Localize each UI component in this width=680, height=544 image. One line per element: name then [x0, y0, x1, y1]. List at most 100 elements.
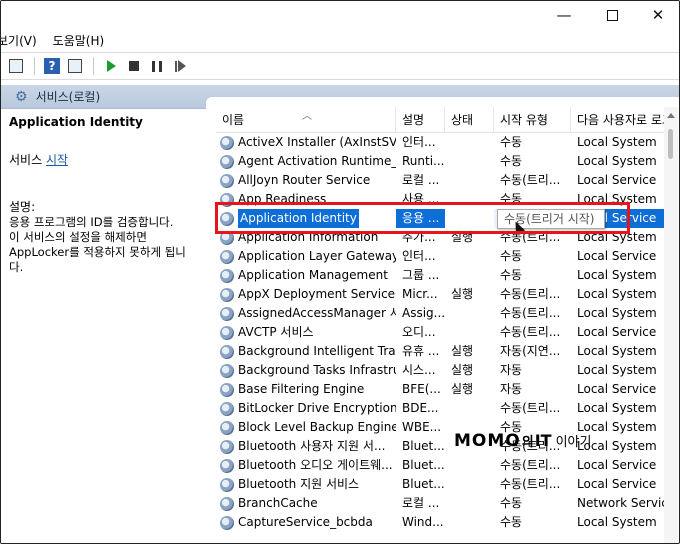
service-description-cell: 인터...: [402, 135, 436, 149]
menu-view[interactable]: 보기(V): [1, 32, 45, 49]
service-rows: ActiveX Installer (AxInstSV) 인터... 수동 Local…: [216, 133, 664, 532]
service-row[interactable]: Application Management 그룹 ... 수동 Local Syst…: [216, 266, 664, 285]
service-name-cell: Application Management: [216, 266, 396, 285]
service-row[interactable]: ActiveX Installer (AxInstSV) 인터... 수동 Local…: [216, 133, 664, 152]
column-description[interactable]: 설명: [396, 107, 445, 133]
service-gear-icon: [220, 363, 234, 378]
start-service-link[interactable]: 시작: [46, 153, 68, 167]
service-logon-cell: Local System: [577, 363, 657, 377]
service-startup-cell: 자동: [500, 382, 523, 396]
service-logon-cell: Local System: [577, 401, 657, 415]
service-name: Block Level Backup Engine ...: [238, 420, 396, 434]
service-name-cell: AppX Deployment Service (...: [216, 285, 396, 304]
service-gear-icon: [220, 173, 234, 188]
service-status-cell: [445, 399, 494, 418]
scrollbar-thumb[interactable]: [668, 129, 673, 159]
service-row[interactable]: Base Filtering Engine BFE(... 실행 자동 Local Se…: [216, 380, 664, 399]
pause-service-button[interactable]: [146, 55, 168, 77]
service-row[interactable]: Bluetooth 오디오 게이트웨... Bluet... 수동(트리... Loc…: [216, 456, 664, 475]
service-status-cell: 실행: [451, 287, 474, 301]
service-description-cell: Assig...: [402, 306, 445, 320]
service-startup-cell: 수동: [500, 268, 523, 282]
service-row[interactable]: CaptureService_bcbda Wind... 수동 Local Syste…: [216, 513, 664, 532]
service-row[interactable]: AVCTP 서비스 오디... 수동(트리... Local Service: [216, 323, 664, 342]
service-prefix: 서비스: [9, 153, 43, 167]
service-name: AppX Deployment Service (...: [238, 287, 396, 301]
service-description-cell: Bluet...: [402, 439, 445, 453]
watermark-part-story: 이야기: [555, 435, 592, 450]
column-name[interactable]: 이름 ︿: [216, 107, 396, 133]
service-status-cell: [445, 171, 494, 190]
column-name-label: 이름: [222, 113, 245, 127]
stop-service-button[interactable]: [123, 55, 145, 77]
service-name-cell: AllJoyn Router Service: [216, 171, 396, 190]
column-status[interactable]: 상태: [445, 107, 494, 133]
column-logon-as[interactable]: 다음 사용자로 로그온: [571, 107, 664, 133]
service-name: Bluetooth 오디오 게이트웨...: [238, 458, 393, 472]
scope-title: 서비스(로컬): [35, 90, 101, 104]
column-startup-type[interactable]: 시작 유형: [494, 107, 571, 133]
service-gear-icon: [220, 268, 234, 283]
service-logon-cell: Local System: [577, 287, 657, 301]
service-row[interactable]: AllJoyn Router Service 로컬 ... 수동(트리... Loca…: [216, 171, 664, 190]
service-name-cell: Block Level Backup Engine ...: [216, 418, 396, 437]
service-row[interactable]: Block Level Backup Engine ...WBE...수동Loc…: [216, 418, 664, 437]
service-startup-cell: 수동(트리...: [500, 287, 561, 301]
service-row[interactable]: BitLocker Drive Encryption ... BDE... 수동(트…: [216, 399, 664, 418]
service-gear-icon: [220, 382, 234, 397]
service-row[interactable]: Application Layer Gateway ... 인터... 수동 Loca…: [216, 247, 664, 266]
restart-icon: [174, 60, 186, 72]
properties-button[interactable]: [64, 55, 86, 77]
toolbar: ?: [1, 52, 679, 80]
service-startup-cell: 수동(트리...: [500, 477, 561, 491]
scroll-up-icon[interactable]: [667, 113, 675, 118]
service-logon-cell: Local Service: [577, 249, 657, 263]
sort-ascending-icon: ︿: [302, 111, 312, 122]
service-description-cell: 유휴 ...: [402, 344, 440, 358]
export-list-button[interactable]: [5, 55, 27, 77]
service-row[interactable]: AssignedAccessManager 서... Assig... 수동(트리.…: [216, 304, 664, 323]
toolbar-separator: [34, 57, 35, 75]
vertical-scrollbar[interactable]: [664, 107, 678, 543]
service-row[interactable]: Bluetooth 지원 서비스 Bluet... 수동(트리... Local Se…: [216, 475, 664, 494]
service-row[interactable]: Agent Activation Runtime_... Runti... 수동 Lo…: [216, 152, 664, 171]
service-row[interactable]: Background Tasks Infrastru... 시스... 실행 자동 Lo…: [216, 361, 664, 380]
service-description-cell: 오디...: [402, 325, 436, 339]
service-description-cell: BFE(...: [402, 382, 441, 396]
menu-bar: 보기(V) 도움말(H): [1, 29, 679, 51]
close-button[interactable]: ✕: [635, 1, 679, 29]
service-status-cell: 실행: [451, 344, 474, 358]
service-startup-cell: 수동: [500, 515, 523, 529]
minimize-button[interactable]: —: [541, 1, 587, 29]
service-status-cell: [445, 513, 494, 532]
help-button[interactable]: ?: [41, 55, 63, 77]
service-name-cell: Bluetooth 지원 서비스: [216, 475, 396, 494]
service-row[interactable]: Bluetooth 사용자 지원 서... Bluet... 수동(트리... Loc…: [216, 437, 664, 456]
service-row[interactable]: Background Intelligent Tra... 유휴 ... 실행 자동(…: [216, 342, 664, 361]
service-status-cell: [445, 133, 494, 152]
service-name-cell: Base Filtering Engine: [216, 380, 396, 399]
service-description-cell: 로컬 ...: [402, 173, 440, 187]
export-list-icon: [9, 59, 23, 73]
service-name: Background Intelligent Tra...: [238, 344, 396, 358]
close-icon: ✕: [651, 6, 665, 24]
service-name: BitLocker Drive Encryption ...: [238, 401, 396, 415]
service-description-cell: 로컬 ...: [402, 496, 440, 510]
service-name-cell: ActiveX Installer (AxInstSV): [216, 133, 396, 152]
service-row[interactable]: BranchCache 로컬 ... 수동 Network Service: [216, 494, 664, 513]
watermark: MOMO 의 IT 이야기: [454, 431, 591, 453]
service-status-cell: [445, 475, 494, 494]
service-name: Application Layer Gateway ...: [238, 249, 396, 263]
maximize-button[interactable]: [589, 1, 635, 29]
start-service-button[interactable]: [100, 55, 122, 77]
service-status-cell: [445, 494, 494, 513]
service-logon-cell: Local Service: [577, 325, 657, 339]
service-gear-icon: [220, 154, 234, 169]
restart-service-button[interactable]: [169, 55, 191, 77]
play-icon: [106, 60, 116, 72]
menu-help[interactable]: 도움말(H): [45, 32, 113, 49]
service-row[interactable]: AppX Deployment Service (... Micr... 실행 수동(…: [216, 285, 664, 304]
selected-service-title: Application Identity: [9, 115, 143, 129]
service-logon-cell: Local Service: [577, 173, 657, 187]
service-description-cell: BDE...: [402, 401, 439, 415]
